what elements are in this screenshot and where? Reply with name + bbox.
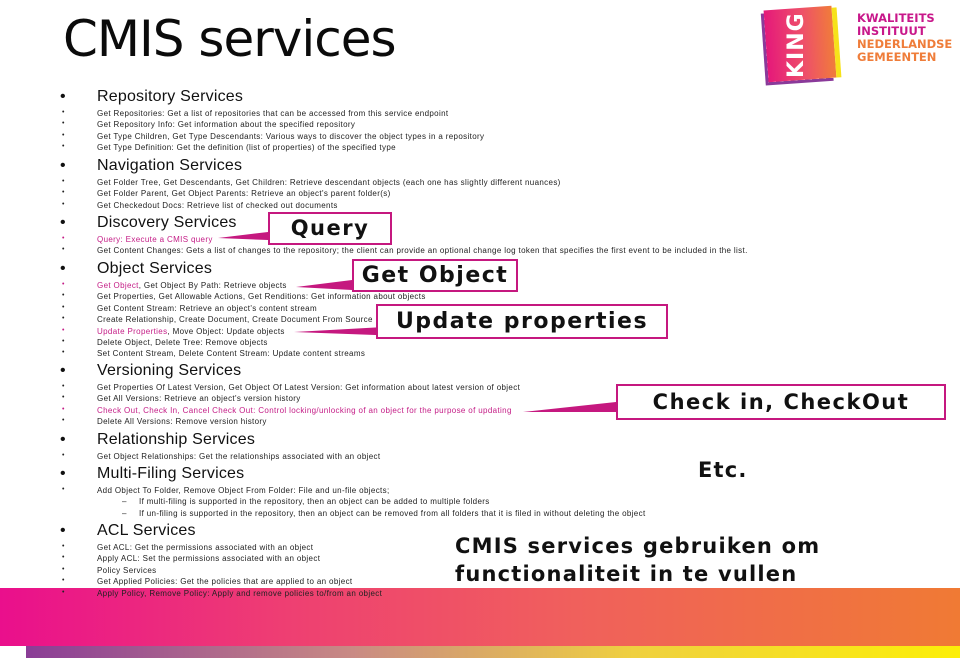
callout-checkin-checkout: Check in, CheckOut (616, 384, 946, 420)
list-item-text: Get Object, Get Object By Path: Retrieve… (97, 281, 287, 290)
list-item-text: Policy Services (97, 565, 157, 575)
bullet-icon: • (62, 577, 65, 585)
bullet-icon: • (62, 292, 65, 300)
list-item-text: Get Folder Tree, Get Descendants, Get Ch… (97, 178, 561, 187)
list-item-text: Get All Versions: Retrieve an object's v… (97, 394, 301, 404)
list-item-text: If un-filing is supported in the reposit… (139, 508, 646, 518)
bullet-icon: • (60, 157, 66, 174)
bullet-icon: • (62, 281, 65, 288)
list-item-text: Get Properties, Get Allowable Actions, G… (97, 292, 426, 302)
bullet-icon: • (62, 486, 65, 493)
query-pointer (218, 232, 268, 240)
list-item-text: Apply Policy, Remove Policy: Apply and r… (97, 588, 383, 598)
list-item-text: Get Object Relationships: Get the relati… (97, 452, 381, 461)
logo-wordmark: KWALITEITS INSTITUUT NEDERLANDSE GEMEENT… (857, 12, 952, 64)
section-heading-text: Repository Services (97, 88, 244, 105)
bullet-icon: • (62, 109, 65, 116)
bullet-icon: • (62, 394, 65, 402)
list-item-text: Apply ACL: Set the permissions associate… (97, 554, 321, 564)
bullet-icon: • (60, 431, 66, 448)
list-item-text: Get Type Children, Get Type Descendants:… (97, 131, 485, 141)
highlighted-term: Get Object (97, 281, 139, 290)
bullet-icon: • (60, 214, 66, 231)
bullet-icon: • (62, 452, 65, 459)
list-item-text: Get Repository Info: Get information abo… (97, 120, 356, 130)
list-item-text: Delete All Versions: Remove version hist… (97, 417, 267, 427)
list-item-text: Add Object To Folder, Remove Object From… (97, 486, 390, 495)
callout-query: Query (268, 212, 392, 245)
bullet-icon: • (62, 235, 65, 242)
bullet-icon: • (60, 88, 66, 105)
list-item-text: Get Repositories: Get a list of reposito… (97, 109, 449, 118)
bullet-icon: • (62, 554, 65, 562)
bullet-icon: • (62, 383, 65, 390)
etc-label: Etc. (698, 458, 748, 482)
highlighted-term: Update Properties (97, 326, 168, 336)
section-heading-text: Object Services (97, 260, 213, 277)
list-item-rest: , Get Object By Path: Retrieve objects (138, 281, 287, 290)
list-item-text: Query: Execute a CMIS query (97, 235, 213, 244)
bullet-icon: • (62, 338, 65, 345)
bullet-icon: • (62, 349, 65, 357)
king-logo: KING KWALITEITS INSTITUUT NEDERLANDSE GE… (752, 4, 957, 86)
section-heading-text: ACL Services (97, 522, 196, 539)
section-heading-text: Relationship Services (97, 431, 256, 448)
list-item-text: Create Relationship, Create Document, Cr… (97, 315, 373, 325)
bullet-icon: • (62, 588, 65, 596)
list-item-text: Check Out, Check In, Cancel Check Out: C… (97, 405, 512, 415)
bullet-icon: • (62, 200, 65, 208)
section-heading-text: Discovery Services (97, 214, 237, 231)
section-heading-text: Navigation Services (97, 157, 243, 174)
list-item-text: Update Properties, Move Object: Update o… (97, 327, 285, 336)
bottom-gradient-strip (26, 646, 960, 658)
bullet-icon: • (62, 120, 65, 128)
bullet-icon: • (62, 543, 65, 550)
summary-line-1: CMIS services gebruiken om (455, 534, 821, 558)
bullet-icon: • (60, 362, 66, 379)
bullet-icon: • (62, 143, 65, 151)
bullet-icon: • (60, 260, 66, 277)
list-item-text: Get ACL: Get the permissions associated … (97, 543, 314, 552)
list-item-text: Get Content Changes: Gets a list of chan… (97, 246, 748, 256)
bullet-icon: • (62, 565, 65, 573)
dash-icon: – (122, 497, 127, 507)
bullet-icon: • (62, 178, 65, 185)
get-object-pointer (296, 280, 352, 290)
list-item-rest: , Move Object: Update objects (167, 326, 285, 336)
logo-line: GEMEENTEN (857, 50, 937, 64)
list-item-text: Get Properties Of Latest Version, Get Ob… (97, 383, 521, 392)
list-item-text: Get Checkedout Docs: Retrieve list of ch… (97, 200, 338, 210)
bullet-icon: • (62, 315, 65, 323)
bullet-icon: • (62, 417, 65, 425)
bullet-icon: • (62, 246, 65, 254)
list-item-text: Delete Object, Delete Tree: Remove objec… (97, 338, 268, 347)
list-item-text: Get Type Definition: Get the definition … (97, 143, 396, 153)
logo-mark-text: KING (784, 12, 809, 78)
list-item-text: Get Applied Policies: Get the policies t… (97, 577, 353, 587)
callout-get-object: Get Object (352, 259, 518, 292)
bullet-icon: • (60, 522, 66, 539)
bullet-icon: • (60, 465, 66, 482)
bullet-icon: • (62, 405, 65, 413)
bullet-icon: • (62, 189, 65, 197)
bullet-icon: • (62, 326, 65, 334)
list-item-text: If multi-filing is supported in the repo… (139, 497, 490, 507)
list-item-text: Get Content Stream: Retrieve an object's… (97, 303, 317, 313)
list-item-text: Set Content Stream, Delete Content Strea… (97, 349, 366, 359)
list-item-text: Get Folder Parent, Get Object Parents: R… (97, 189, 391, 199)
section-heading-text: Multi-Filing Services (97, 465, 245, 482)
section-heading-text: Versioning Services (97, 362, 242, 379)
summary-line-2: functionaliteit in te vullen (455, 562, 798, 586)
bullet-icon: • (62, 131, 65, 139)
dash-icon: – (122, 508, 127, 518)
bullet-icon: • (62, 303, 65, 311)
page-title: CMIS services (63, 10, 397, 68)
checkin-pointer (523, 402, 616, 412)
callout-update-properties: Update properties (376, 304, 668, 339)
